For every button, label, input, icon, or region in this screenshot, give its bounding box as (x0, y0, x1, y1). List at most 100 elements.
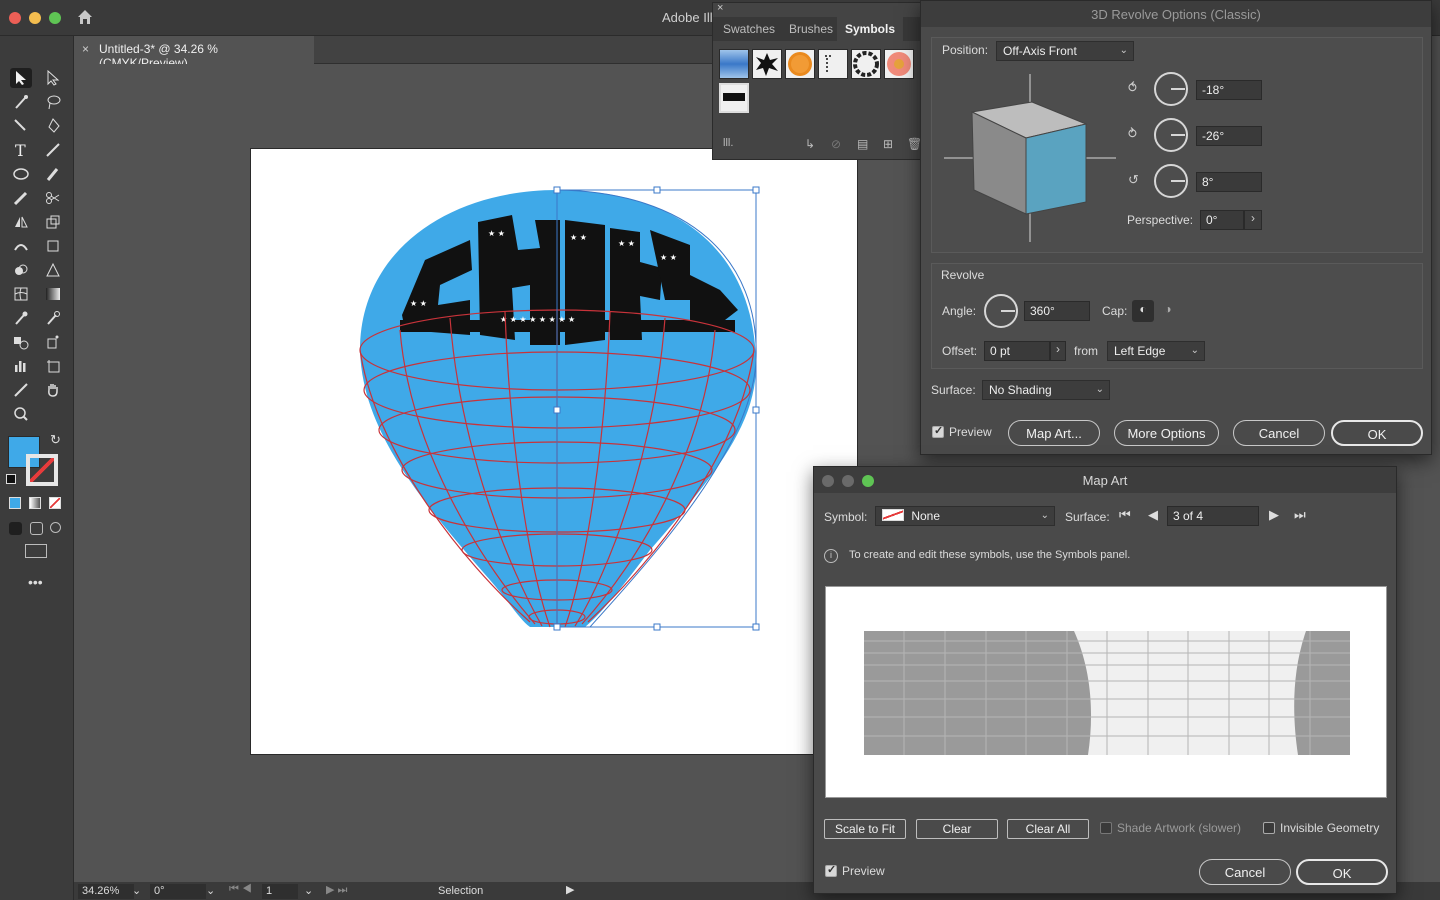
y-rotation-dial[interactable] (1154, 118, 1188, 152)
offset-slider-button[interactable]: › (1050, 341, 1066, 361)
symbol-gift-text[interactable] (719, 83, 749, 113)
y-rotation-field[interactable]: -26° (1196, 126, 1262, 146)
cube-preview[interactable] (944, 74, 1124, 244)
rotation-dropdown-icon[interactable]: ⌄ (206, 884, 215, 897)
zoom-dropdown-icon[interactable]: ⌄ (132, 884, 141, 897)
gradient-tool-icon[interactable] (42, 284, 64, 304)
scissors-tool-icon[interactable] (42, 188, 64, 208)
default-colors-icon[interactable] (6, 474, 16, 484)
selection-tool-icon[interactable] (10, 68, 32, 88)
z-rotation-dial[interactable] (1154, 164, 1188, 198)
z-rotation-field[interactable]: 8° (1196, 172, 1262, 192)
revolve-preview-checkbox[interactable] (932, 424, 944, 438)
invisible-geometry-checkbox[interactable] (1263, 822, 1275, 834)
measure-tool-icon[interactable] (42, 308, 64, 328)
cap-on-button[interactable]: ◐ (1132, 300, 1154, 322)
stroke-color-swatch[interactable] (26, 454, 58, 486)
map-art-button[interactable]: Map Art... (1008, 420, 1100, 446)
symbol-flower[interactable] (884, 49, 914, 79)
map-art-cancel-button[interactable]: Cancel (1199, 859, 1291, 885)
map-art-preview-area[interactable] (825, 586, 1387, 798)
close-tab-icon[interactable]: × (82, 42, 89, 58)
artboard[interactable] (250, 148, 858, 755)
reflect-tool-icon[interactable] (10, 212, 32, 232)
artboard-dropdown-icon[interactable]: ⌄ (304, 884, 313, 897)
symbol-libraries-icon[interactable]: lll. (723, 137, 733, 149)
symbol-orange-button[interactable] (785, 49, 815, 79)
home-icon[interactable] (76, 8, 94, 26)
direct-selection-tool-icon[interactable] (42, 68, 64, 88)
map-art-preview-checkbox[interactable] (825, 863, 837, 877)
draw-behind-icon[interactable] (30, 522, 43, 535)
more-options-button[interactable]: More Options (1114, 420, 1219, 446)
last-surface-icon[interactable]: ⏭ (1294, 507, 1306, 523)
blend-tool-icon[interactable] (10, 332, 32, 352)
artboard-tool-icon[interactable] (42, 356, 64, 376)
previous-surface-icon[interactable]: ◀ (1148, 507, 1158, 523)
document-tab[interactable]: × Untitled-3* @ 34.26 % (CMYK/Preview) (74, 36, 314, 70)
first-artboard-icon[interactable]: ⏮ ◀ (229, 883, 252, 896)
eyedropper-tool-icon[interactable] (10, 308, 32, 328)
line-tool-icon[interactable] (42, 140, 64, 160)
scale-tool-icon[interactable] (42, 212, 64, 232)
status-menu-icon[interactable]: ▶ (566, 883, 574, 896)
symbol-dotted-line[interactable] (818, 49, 848, 79)
clear-all-button[interactable]: Clear All (1007, 819, 1089, 839)
symbol-sprayer-tool-icon[interactable] (42, 332, 64, 352)
draw-normal-icon[interactable] (9, 522, 22, 535)
none-mode-icon[interactable] (49, 497, 61, 509)
position-dropdown[interactable]: Off-Axis Front ⌄ (996, 41, 1134, 61)
clear-button[interactable]: Clear (916, 819, 998, 839)
zoom-level-field[interactable]: 34.26% (78, 884, 134, 899)
angle-dial[interactable] (984, 294, 1018, 328)
map-art-zoom-button[interactable] (862, 475, 874, 487)
symbol-options-icon[interactable]: ▤ (857, 137, 868, 151)
x-rotation-dial[interactable] (1154, 72, 1188, 106)
free-transform-tool-icon[interactable] (42, 236, 64, 256)
map-art-minimize-button[interactable] (842, 475, 854, 487)
cap-off-button[interactable]: ◑ (1157, 300, 1179, 322)
angle-field[interactable]: 360° (1024, 301, 1090, 321)
symbol-blue-banner[interactable] (719, 49, 749, 79)
artboard-number-field[interactable]: 1 (262, 884, 298, 899)
minimize-window-button[interactable] (29, 12, 41, 24)
place-symbol-icon[interactable]: ↳ (805, 137, 815, 151)
close-window-button[interactable] (9, 12, 21, 24)
surface-dropdown[interactable]: No Shading ⌄ (982, 380, 1110, 400)
revolve-ok-button[interactable]: OK (1331, 420, 1423, 446)
warp-tool-icon[interactable] (10, 236, 32, 256)
slice-tool-icon[interactable] (10, 380, 32, 400)
curvature-tool-icon[interactable] (10, 116, 32, 136)
draw-inside-icon[interactable] (50, 522, 61, 533)
tab-swatches[interactable]: Swatches (715, 17, 783, 41)
edit-toolbar-icon[interactable]: ••• (28, 574, 43, 590)
break-link-icon[interactable]: ⊘ (831, 137, 841, 151)
paintbrush-tool-icon[interactable] (42, 164, 64, 184)
shade-artwork-checkbox[interactable] (1100, 822, 1112, 834)
gradient-mode-icon[interactable] (29, 497, 41, 509)
surface-map-grid[interactable] (864, 631, 1350, 755)
map-art-close-button[interactable] (822, 475, 834, 487)
new-symbol-icon[interactable]: ⊞ (883, 137, 893, 151)
first-surface-icon[interactable]: ⏮ (1119, 507, 1131, 523)
color-mode-icon[interactable] (9, 497, 21, 509)
column-graph-tool-icon[interactable] (10, 356, 32, 376)
tab-symbols[interactable]: Symbols (837, 17, 904, 41)
next-surface-icon[interactable]: ▶ (1269, 507, 1279, 523)
symbol-splat[interactable] (752, 49, 782, 79)
surface-number-field[interactable]: 3 of 4 (1167, 506, 1259, 526)
screen-mode-icon[interactable] (25, 544, 47, 558)
next-artboard-icon[interactable]: ▶ ⏭ (326, 883, 347, 897)
symbol-dropdown[interactable]: None ⌄ (875, 506, 1055, 526)
scale-to-fit-button[interactable]: Scale to Fit (824, 819, 906, 839)
zoom-tool-icon[interactable] (10, 404, 32, 424)
ellipse-tool-icon[interactable] (10, 164, 32, 184)
lasso-tool-icon[interactable] (42, 92, 64, 112)
offset-field[interactable]: 0 pt (984, 341, 1050, 361)
swap-colors-icon[interactable]: ↻ (50, 432, 61, 448)
magic-wand-tool-icon[interactable] (10, 92, 32, 112)
hand-tool-icon[interactable] (42, 380, 64, 400)
revolve-cancel-button[interactable]: Cancel (1233, 420, 1325, 446)
from-dropdown[interactable]: Left Edge ⌄ (1107, 341, 1205, 361)
perspective-slider-button[interactable]: › (1244, 210, 1262, 230)
